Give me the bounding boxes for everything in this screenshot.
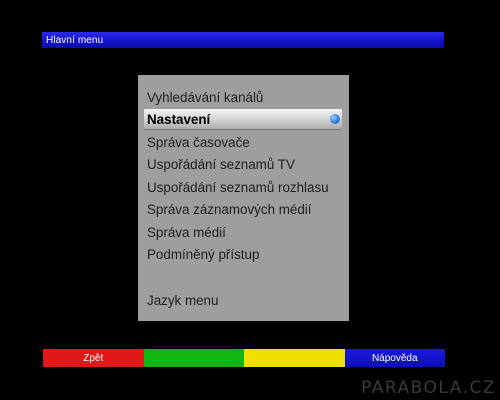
color-button-bar: Zpět Nápověda xyxy=(43,349,445,367)
menu-item-label: Správa časovače xyxy=(147,135,250,150)
menu-item-menu-language[interactable]: Jazyk menu xyxy=(144,290,342,311)
menu-item-label: Správa médií xyxy=(147,225,226,240)
menu-item-conditional-access[interactable]: Podmíněný přístup xyxy=(144,244,342,265)
menu-item-settings[interactable]: Nastavení xyxy=(144,109,342,130)
menu-item-timer-management[interactable]: Správa časovače xyxy=(144,132,342,153)
menu-item-label: Správa záznamových médií xyxy=(147,202,312,217)
red-back-button[interactable]: Zpět xyxy=(43,349,144,367)
menu-item-label: Jazyk menu xyxy=(147,293,219,308)
red-button-label: Zpět xyxy=(83,352,104,364)
menu-item-channel-search[interactable]: Vyhledávání kanálů xyxy=(144,87,342,108)
menu-item-label: Uspořádání seznamů TV xyxy=(147,157,295,172)
blue-help-button[interactable]: Nápověda xyxy=(344,349,445,367)
menu-item-label: Vyhledávání kanálů xyxy=(147,90,264,105)
green-button[interactable] xyxy=(143,349,244,367)
tv-screen: Hlavní menu Vyhledávání kanálů Nastavení… xyxy=(0,0,500,400)
menu-item-tv-list-editor[interactable]: Uspořádání seznamů TV xyxy=(144,154,342,175)
main-menu-panel: Vyhledávání kanálů Nastavení Správa časo… xyxy=(138,75,349,321)
menu-item-label: Uspořádání seznamů rozhlasu xyxy=(147,180,329,195)
ok-circle-icon xyxy=(330,114,340,124)
menu-item-label: Podmíněný přístup xyxy=(147,247,260,262)
page-title: Hlavní menu xyxy=(46,34,104,46)
blue-button-label: Nápověda xyxy=(371,352,418,364)
menu-item-radio-list-editor[interactable]: Uspořádání seznamů rozhlasu xyxy=(144,177,342,198)
menu-item-recording-media[interactable]: Správa záznamových médií xyxy=(144,199,342,220)
title-bar: Hlavní menu xyxy=(42,32,444,48)
yellow-button[interactable] xyxy=(244,349,345,367)
watermark: PARABOLA.CZ xyxy=(361,378,496,398)
menu-item-label: Nastavení xyxy=(147,112,211,127)
menu-item-media-management[interactable]: Správa médií xyxy=(144,222,342,243)
